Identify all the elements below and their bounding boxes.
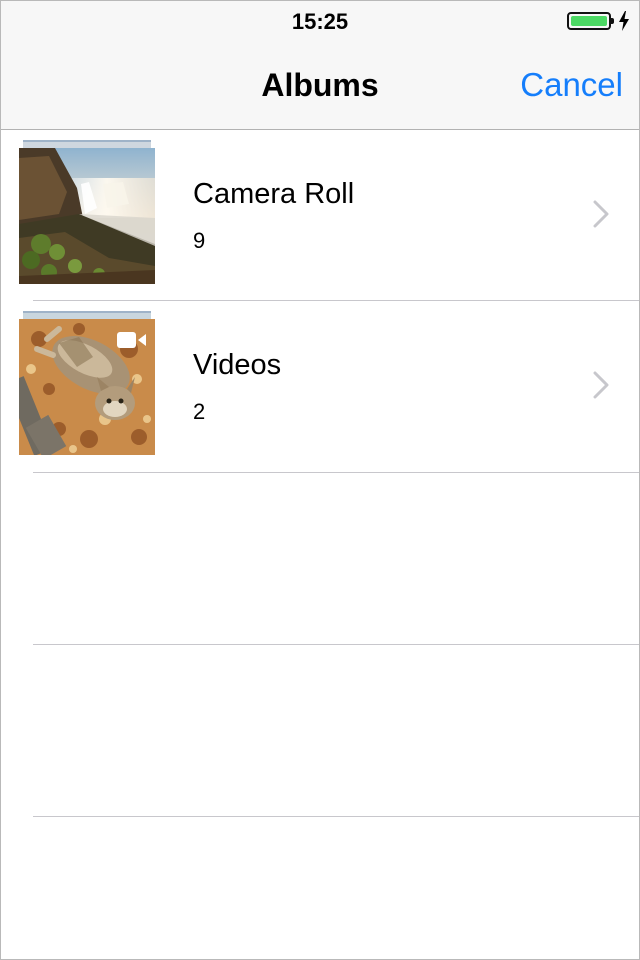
battery-nub — [611, 18, 614, 24]
album-count: 9 — [193, 228, 206, 253]
album-thumbnail-stack — [19, 311, 155, 455]
albums-screen: 15:25 Albums Cancel Camera Roll 9 Videos… — [0, 0, 640, 960]
album-count: 2 — [193, 399, 206, 424]
bolt-icon — [619, 11, 629, 31]
chevron-right-icon — [593, 371, 609, 399]
battery-icon — [567, 12, 614, 30]
row-separator — [33, 644, 639, 645]
row-separator — [33, 816, 639, 817]
album-thumbnail-stack — [19, 140, 155, 284]
album-row-camera-roll[interactable]: Camera Roll 9 — [1, 130, 639, 301]
status-time: 15:25 — [291, 9, 349, 34]
album-title: Videos — [193, 349, 282, 381]
row-separator — [33, 472, 639, 473]
album-title: Camera Roll — [193, 178, 355, 210]
album-row-videos[interactable]: Videos 2 — [1, 301, 639, 472]
video-camera-icon — [117, 332, 146, 348]
battery-level — [571, 16, 607, 26]
waterfall-thumbnail — [19, 148, 155, 284]
chevron-right-icon — [593, 200, 609, 228]
cat-thumbnail — [19, 319, 155, 455]
cancel-button[interactable]: Cancel — [520, 66, 623, 104]
navigation-bar: Albums Cancel — [1, 41, 639, 130]
waterfall-photo-image — [19, 148, 155, 284]
status-bar: 15:25 — [1, 1, 639, 41]
